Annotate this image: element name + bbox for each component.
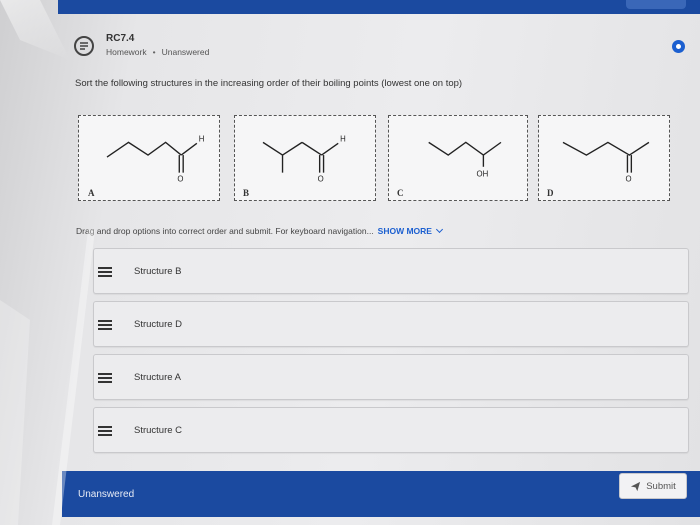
top-nav-bar [58,0,700,14]
drag-instructions: Drag and drop options into correct order… [76,226,442,236]
structure-c-label-oh: OH [477,170,489,179]
structure-b-drawing: H O [262,134,346,183]
drag-handle-icon[interactable] [98,267,112,277]
drag-handle-icon[interactable] [98,426,112,436]
drag-item-2[interactable]: Structure D [93,301,689,347]
separator-dot: • [152,47,156,57]
structure-a-label-h: H [199,134,205,143]
drag-item-1[interactable]: Structure B [93,248,689,294]
drag-item-3[interactable]: Structure A [93,354,689,400]
structure-b: H O B [234,115,376,201]
structure-c-letter: C [397,188,404,198]
assignment-category: Homework [106,47,147,57]
top-bar-button[interactable] [626,0,686,9]
structure-b-letter: B [243,188,250,198]
structure-d-drawing: O [562,141,650,183]
submit-label: Submit [646,480,676,492]
question-text: Sort the following structures in the inc… [75,78,463,89]
show-more-link[interactable]: SHOW MORE [378,226,442,236]
structure-d-label-o: O [625,174,631,183]
assignment-title: RC7.4 [106,33,135,44]
submit-button[interactable]: Submit [619,473,687,499]
drag-item-label: Structure A [134,372,181,383]
drag-handle-icon[interactable] [98,320,112,330]
page: RC7.4 Homework • Unanswered Sort the follo… [0,0,700,525]
footer-status: Unanswered [78,489,135,500]
structure-c: OH C [388,115,528,201]
footer-bar: Unanswered Submit [62,471,700,517]
structure-d-letter: D [547,188,554,198]
structure-a-label-o: O [177,174,183,183]
drag-handle-icon[interactable] [98,373,112,383]
structure-a-drawing: H O [106,134,205,183]
structure-a-letter: A [88,188,95,198]
instructions-text: Drag and drop options into correct order… [76,226,374,236]
drag-item-4[interactable]: Structure C [93,407,689,453]
worksheet-icon [74,36,94,56]
radio-dot-icon[interactable] [672,40,685,53]
assignment-meta: Homework • Unanswered [106,47,209,57]
drag-item-label: Structure D [134,319,183,330]
structure-b-label-h: H [340,134,346,143]
structure-c-drawing: OH [428,141,502,179]
structure-a: H O A [78,115,220,201]
structure-b-label-o: O [318,174,324,183]
assignment-status: Unanswered [161,47,210,57]
drag-item-label: Structure C [134,425,183,436]
paper-plane-icon [631,481,641,491]
drag-item-label: Structure B [134,266,182,277]
structure-d: O D [538,115,670,201]
